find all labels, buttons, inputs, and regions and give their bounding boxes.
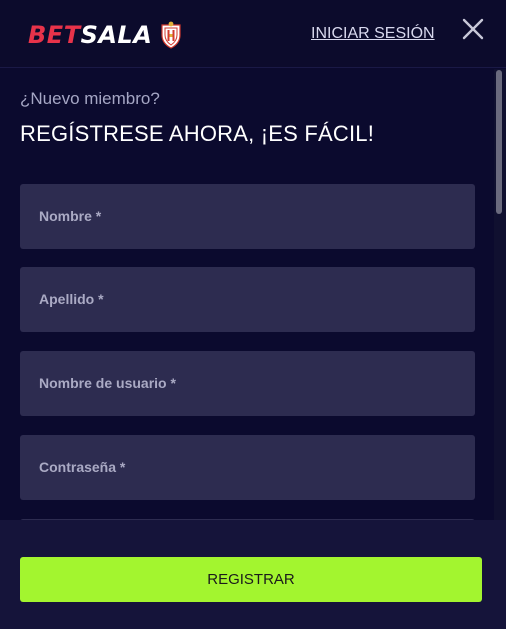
first-name-field[interactable]: Nombre *: [20, 184, 475, 249]
first-name-placeholder: Nombre *: [39, 208, 102, 224]
last-name-field[interactable]: Apellido *: [20, 267, 475, 332]
form-subtitle: ¿Nuevo miembro?: [20, 89, 160, 108]
club-crest-icon: [161, 21, 181, 49]
last-name-placeholder: Apellido *: [39, 291, 104, 307]
logo-text-bet: BET: [28, 21, 81, 49]
password-placeholder: Contraseña *: [39, 459, 126, 475]
password-field[interactable]: Contraseña *: [20, 435, 475, 500]
close-button[interactable]: [460, 16, 486, 42]
registration-modal: BET SALA INICIAR SESIÓN ¿Nuevo miembro? …: [0, 0, 506, 629]
scrollbar[interactable]: [494, 69, 506, 520]
scrollbar-thumb[interactable]: [496, 70, 502, 214]
username-placeholder: Nombre de usuario *: [39, 375, 176, 391]
username-field[interactable]: Nombre de usuario *: [20, 351, 475, 416]
betsala-logo: BET SALA: [28, 20, 182, 50]
modal-footer: REGISTRAR: [0, 520, 506, 629]
close-icon: [462, 18, 484, 40]
login-link[interactable]: INICIAR SESIÓN: [311, 25, 435, 43]
modal-header: BET SALA INICIAR SESIÓN: [0, 0, 506, 68]
register-button[interactable]: REGISTRAR: [20, 557, 482, 602]
logo-text-sala: SALA: [80, 21, 153, 49]
form-title: REGÍSTRESE AHORA, ¡ES FÁCIL!: [20, 121, 375, 146]
form-scroll-area: ¿Nuevo miembro? REGÍSTRESE AHORA, ¡ES FÁ…: [0, 69, 494, 584]
